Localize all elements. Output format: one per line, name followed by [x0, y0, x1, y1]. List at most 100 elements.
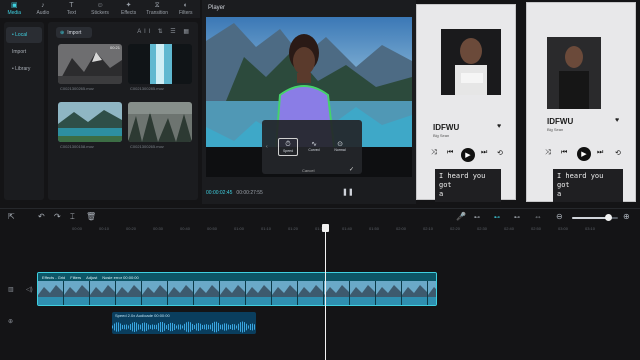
previous-icon[interactable]: ⏮: [561, 149, 567, 157]
timeline-ruler[interactable]: 00:00 00:10 00:20 00:30 00:40 00:50 01:00 01:10…: [0, 224, 640, 234]
heart-icon[interactable]: ♥: [615, 117, 619, 124]
artist-name: Big Sean: [547, 127, 564, 132]
media-thumb-name: C0021300265.mov: [60, 86, 94, 91]
zoom-slider[interactable]: [572, 214, 618, 221]
play-button[interactable]: ▶: [461, 148, 475, 162]
zoom-in-icon[interactable]: ⊕: [623, 212, 630, 221]
mute-icon[interactable]: ◁): [26, 286, 33, 293]
heart-icon[interactable]: ♥: [497, 123, 501, 130]
redo-icon[interactable]: ↷: [54, 212, 61, 221]
nav-item-library[interactable]: • Library: [6, 61, 42, 77]
ruler-tick-label: 03:10: [585, 226, 596, 231]
speed-options-sheet: ‹ ⏱ Speed ∿ Curved ⊙ Normal Cancel ✓: [262, 120, 362, 174]
tab-text[interactable]: T Text: [57, 0, 86, 18]
ruler-tick-label: 02:10: [423, 226, 434, 231]
audio-waveform: [112, 321, 255, 333]
ruler-tick-label: 02:00: [396, 226, 407, 231]
fit-icon[interactable]: ⇔: [534, 212, 542, 221]
music-note-icon: ♪: [41, 2, 45, 9]
shuffle-icon[interactable]: ⤨: [431, 149, 437, 157]
media-thumb-name: C0021300285.mov: [130, 86, 164, 91]
zoom-out-icon[interactable]: ⊖: [556, 212, 563, 221]
video-clip[interactable]: Effects - Grid Filters Adjust Nosie erro…: [37, 272, 437, 306]
transition-icon: ⧖: [154, 2, 160, 9]
magnet-icon[interactable]: ⊷: [494, 214, 500, 221]
media-thumb-4[interactable]: [128, 102, 192, 142]
timeline-toolbar: ⇱ ↶ ↷ ⌶ 🗑 🎤 ⊷ ⊷ ⊷ ⇔ ⊖ ⊕: [0, 208, 640, 224]
cancel-button[interactable]: Cancel: [302, 168, 314, 173]
artist-name: Big Sean: [433, 133, 450, 138]
play-icon: ▶: [465, 152, 471, 159]
shuffle-icon[interactable]: ⤨: [545, 149, 551, 157]
media-source-nav: • Local Import • Library: [4, 22, 44, 200]
ruler-tick-label: 00:40: [180, 226, 191, 231]
ruler-tick-label: 02:20: [450, 226, 461, 231]
ruler-tick-label: 00:20: [126, 226, 137, 231]
mountain-bw-image: [58, 44, 122, 84]
split-icon[interactable]: ⌶: [70, 212, 75, 222]
music-card: IDFWU Big Sean ♥ ⤨ ⏮ ▶ ⏭ ⟲ I heard you g…: [416, 4, 516, 202]
top-toolbar: ▣ Media ♪ Audio T Text ☺ Stickers ✦ Effects ⧖…: [0, 0, 200, 18]
link-icon[interactable]: ⊷: [474, 214, 480, 221]
tab-filters[interactable]: ◐ Filters: [171, 0, 200, 18]
ruler-tick-label: 01:40: [342, 226, 353, 231]
ruler-tick-label: 00:10: [99, 226, 110, 231]
option-normal[interactable]: ⊙ Normal: [330, 140, 350, 152]
option-curved[interactable]: ∿ Curved: [304, 140, 324, 152]
normal-icon: ⊙: [337, 141, 343, 148]
lyric-box: I heard you got a: [435, 169, 501, 202]
select-cursor-icon[interactable]: ⇱: [8, 212, 15, 221]
sticker-icon: ☺: [96, 2, 104, 9]
undo-icon[interactable]: ↶: [38, 212, 45, 221]
delete-icon[interactable]: 🗑: [86, 212, 96, 221]
player-panel: Player ‹ ⏱ Speed ∿ Curved ⊙ Normal Cance…: [202, 0, 416, 204]
tab-transition[interactable]: ⧖ Transition: [143, 0, 172, 18]
tab-effects[interactable]: ✦ Effects: [114, 0, 143, 18]
forest-fog-image: [128, 102, 192, 142]
speed-icon: ⏱: [285, 141, 291, 148]
media-thumb-3[interactable]: [58, 102, 122, 142]
preview-axis-icon[interactable]: ⊷: [514, 214, 520, 221]
repeat-icon[interactable]: ⟲: [615, 149, 621, 157]
ruler-tick-label: 01:00: [234, 226, 245, 231]
import-button[interactable]: ⊕ Import: [56, 27, 92, 38]
playhead[interactable]: [325, 226, 326, 360]
song-title: IDFWU: [547, 117, 574, 126]
confirm-check-icon[interactable]: ✓: [349, 166, 354, 173]
pause-icon[interactable]: ❚❚: [342, 188, 354, 196]
playhead-handle[interactable]: [322, 224, 329, 232]
next-icon[interactable]: ⏭: [597, 149, 603, 157]
player-timecode: 00:00:02:45 00:00:27:55: [206, 190, 263, 196]
media-view-tools[interactable]: All ⇅ ☰ ▦: [137, 28, 192, 35]
waterfall-image: [128, 44, 192, 84]
zoom-slider-handle[interactable]: [604, 214, 612, 221]
ruler-tick-label: 00:00: [72, 226, 83, 231]
ruler-tick-label: 02:40: [504, 226, 515, 231]
nav-item-local[interactable]: • Local: [6, 27, 42, 43]
clip-filmstrip: [38, 281, 436, 305]
next-icon[interactable]: ⏭: [481, 149, 487, 157]
media-thumb-2[interactable]: [128, 44, 192, 84]
song-title: IDFWU: [433, 123, 460, 132]
album-art: [547, 37, 601, 109]
ruler-tick-label: 02:30: [477, 226, 488, 231]
add-audio-icon[interactable]: ⊕: [8, 318, 13, 325]
tab-stickers[interactable]: ☺ Stickers: [86, 0, 115, 18]
option-speed[interactable]: ⏱ Speed: [278, 138, 298, 156]
track-cover-icon[interactable]: ▥: [8, 286, 14, 293]
audio-clip[interactable]: Speed 2.0x Audioade 00:00:00: [112, 312, 256, 334]
ruler-tick-label: 01:20: [288, 226, 299, 231]
play-button[interactable]: ▶: [577, 147, 591, 161]
media-thumb-1[interactable]: 00:21: [58, 44, 122, 84]
previous-icon[interactable]: ⏮: [447, 149, 453, 157]
back-icon[interactable]: ‹: [266, 144, 268, 150]
tab-media[interactable]: ▣ Media: [0, 0, 29, 18]
plus-icon: ⊕: [60, 29, 65, 36]
repeat-icon[interactable]: ⟲: [497, 149, 503, 157]
tab-audio[interactable]: ♪ Audio: [29, 0, 58, 18]
video-editor-window: ▣ Media ♪ Audio T Text ☺ Stickers ✦ Effects ⧖…: [0, 0, 640, 360]
microphone-icon[interactable]: 🎤: [456, 212, 466, 221]
effects-icon: ✦: [125, 2, 132, 9]
album-art: [441, 29, 501, 95]
nav-item-import[interactable]: Import: [6, 44, 42, 60]
